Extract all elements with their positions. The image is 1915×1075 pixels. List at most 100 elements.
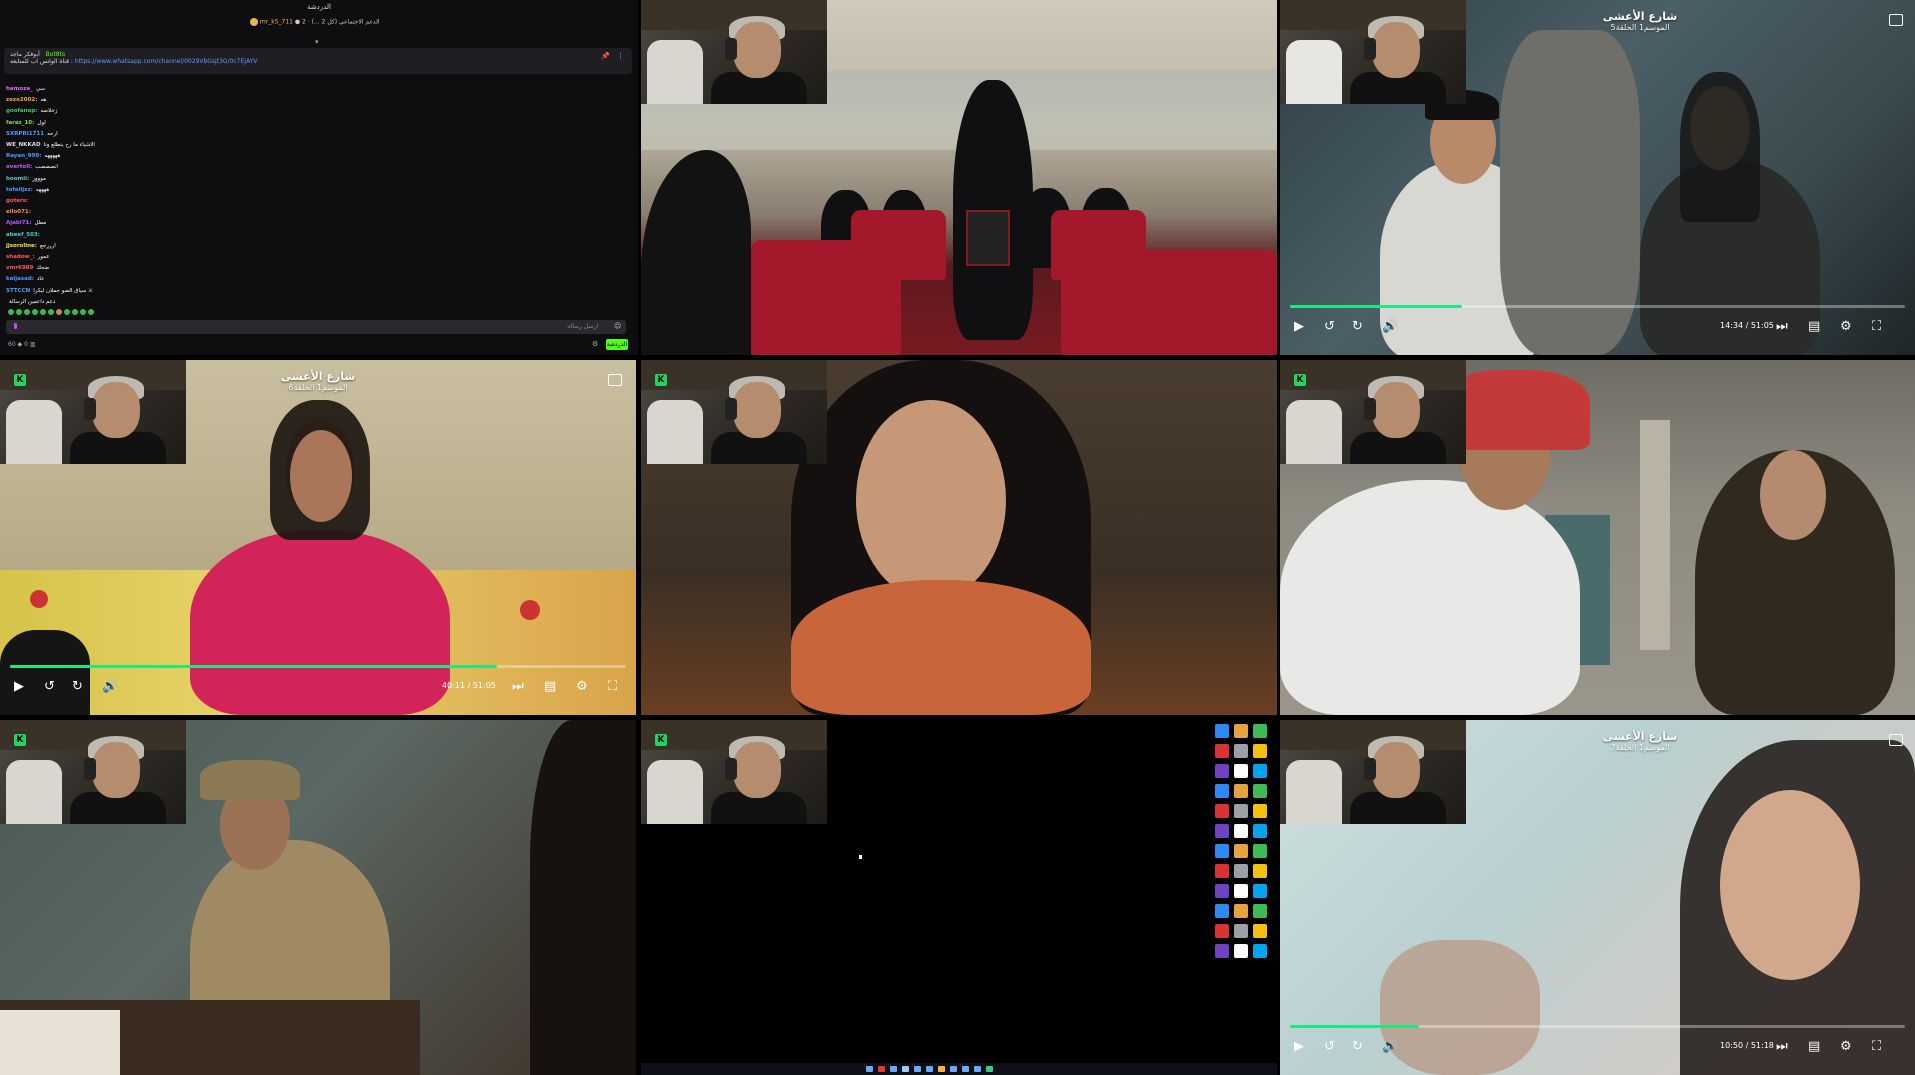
desktop-shortcut-icon[interactable] <box>1234 924 1248 938</box>
cast-icon[interactable] <box>1889 734 1903 746</box>
chat-username[interactable]: faraz_10: <box>6 120 34 126</box>
video-player-4[interactable]: K شارع الأعشى الموسم1 الحلقة6 ▶ ↺ ↻ 🔊 40… <box>0 360 636 715</box>
desktop-shortcut-icon[interactable] <box>1234 784 1248 798</box>
emote-bar[interactable] <box>8 309 94 315</box>
chat-username[interactable]: shadow_: <box>6 254 35 260</box>
rewind-10-icon[interactable]: ↺ <box>1324 319 1335 335</box>
fullscreen-icon[interactable]: ⛶ <box>608 679 617 695</box>
cast-icon[interactable] <box>1889 14 1903 26</box>
desktop-shortcut-icon[interactable] <box>1215 884 1229 898</box>
desktop-shortcut-icon[interactable] <box>1215 724 1229 738</box>
taskbar-icons[interactable] <box>866 1066 993 1072</box>
desktop-shortcut-icon[interactable] <box>1215 844 1229 858</box>
settings-small-icon[interactable]: ⚙ <box>592 340 598 348</box>
forward-10-icon[interactable]: ↻ <box>1352 1039 1363 1055</box>
chat-username[interactable]: STTCCN <box>6 288 30 294</box>
desktop-shortcut-icon[interactable] <box>1215 784 1229 798</box>
desktop-shortcut-icon[interactable] <box>1253 924 1267 938</box>
chat-username[interactable]: SXRPRI1711 <box>6 131 44 137</box>
desktop-shortcut-icon[interactable] <box>1253 744 1267 758</box>
forward-10-icon[interactable]: ↻ <box>72 679 83 695</box>
chevron-down-icon[interactable]: ▾ <box>315 38 319 46</box>
chat-username[interactable]: ello071: <box>6 209 31 215</box>
gear-icon[interactable]: ⚙ <box>1840 1039 1852 1055</box>
fullscreen-icon[interactable]: ⛶ <box>1872 319 1881 335</box>
chat-username[interactable]: goters: <box>6 198 28 204</box>
header-user[interactable]: mr_k5_711 <box>260 19 293 26</box>
desktop-shortcut-icon[interactable] <box>1234 764 1248 778</box>
desktop-shortcut-icon[interactable] <box>1215 864 1229 878</box>
desktop-shortcut-icon[interactable] <box>1253 764 1267 778</box>
next-episode-icon[interactable]: ⏭ <box>1776 319 1788 335</box>
desktop-shortcut-icon[interactable] <box>1215 764 1229 778</box>
desktop-shortcut-icon[interactable] <box>1234 744 1248 758</box>
mic-icon[interactable] <box>14 323 17 329</box>
chat-username[interactable]: jjsoroline: <box>6 243 37 249</box>
desktop-shortcut-icon[interactable] <box>1215 744 1229 758</box>
next-episode-icon[interactable]: ⏭ <box>1776 1039 1788 1055</box>
volume-icon[interactable]: 🔊 <box>1382 319 1398 335</box>
desktop-shortcut-icon[interactable] <box>1253 724 1267 738</box>
desktop-shortcut-icon[interactable] <box>1253 864 1267 878</box>
desktop-shortcut-icon[interactable] <box>1215 924 1229 938</box>
more-icon[interactable]: ⋮ <box>617 52 624 60</box>
desktop-shortcut-icon[interactable] <box>1234 884 1248 898</box>
chat-input[interactable]: ارسل رسالة <box>6 320 626 334</box>
subtitles-icon[interactable]: ▤ <box>544 679 556 695</box>
taskbar[interactable] <box>641 1063 1277 1075</box>
desktop-shortcut-icon[interactable] <box>1215 824 1229 838</box>
progress-bar[interactable] <box>1290 1025 1905 1028</box>
desktop-shortcut-icon[interactable] <box>1253 824 1267 838</box>
send-chat-button[interactable]: الدردشة <box>606 339 628 350</box>
progress-bar[interactable] <box>1290 305 1905 308</box>
rewind-10-icon[interactable]: ↺ <box>1324 1039 1335 1055</box>
desktop-shortcut-icon[interactable] <box>1234 944 1248 958</box>
desktop-shortcut-icon[interactable] <box>1215 904 1229 918</box>
pin-icon[interactable]: 📌 <box>601 52 610 60</box>
subtitles-icon[interactable]: ▤ <box>1808 1039 1820 1055</box>
desktop-shortcut-icon[interactable] <box>1234 844 1248 858</box>
chat-username[interactable]: overtoll: <box>6 164 32 170</box>
desktop-shortcut-icon[interactable] <box>1234 804 1248 818</box>
forward-10-icon[interactable]: ↻ <box>1352 319 1363 335</box>
chat-username[interactable]: kaljasad: <box>6 276 34 282</box>
next-episode-icon[interactable]: ⏭ <box>512 679 524 695</box>
chat-username[interactable]: abeef_503: <box>6 232 40 238</box>
video-tile-office[interactable]: K <box>0 720 636 1075</box>
chat-username[interactable]: tofailjsz: <box>6 187 33 193</box>
desktop-shortcut-icon[interactable] <box>1215 804 1229 818</box>
desktop-shortcut-icon[interactable] <box>1253 804 1267 818</box>
video-player-9[interactable]: شارع الأعشى الموسم1 الحلقة7 ▶ ↺ ↻ 🔊 10:5… <box>1280 720 1915 1075</box>
fullscreen-icon[interactable]: ⛶ <box>1872 1039 1881 1055</box>
chat-username[interactable]: goofanop: <box>6 108 37 114</box>
video-tile-courtyard[interactable]: K <box>1280 360 1915 715</box>
desktop-shortcut-icon[interactable] <box>1253 904 1267 918</box>
chat-username[interactable]: Rayan_999: <box>6 153 41 159</box>
chat-username[interactable]: vmr6989 <box>6 265 33 271</box>
play-icon[interactable]: ▶ <box>1294 319 1304 335</box>
pinned-link[interactable]: https://www.whatsapp.com/channel/0029VbG… <box>75 58 258 65</box>
chat-username[interactable]: WE_NKKAD <box>6 142 41 148</box>
chat-username[interactable]: Ajabi71: <box>6 220 32 226</box>
desktop-shortcut-icon[interactable] <box>1253 844 1267 858</box>
desktop-shortcut-icon[interactable] <box>1234 864 1248 878</box>
desktop-shortcut-icon[interactable] <box>1234 904 1248 918</box>
video-tile-closeup[interactable]: K <box>641 360 1277 715</box>
chat-username[interactable]: hamoza_ <box>6 86 33 92</box>
desktop-shortcut-icon[interactable] <box>1234 724 1248 738</box>
video-player-3[interactable]: شارع الأعشى الموسم1 الحلقة5 ▶ ↺ ↻ 🔊 14:3… <box>1280 0 1915 355</box>
subtitles-icon[interactable]: ▤ <box>1808 319 1820 335</box>
desktop-shortcut-icon[interactable] <box>1215 944 1229 958</box>
desktop-shortcut-icon[interactable] <box>1253 784 1267 798</box>
desktop-screen[interactable]: K <box>641 720 1277 1075</box>
gear-icon[interactable]: ⚙ <box>1840 319 1852 335</box>
video-tile-bus[interactable] <box>641 0 1277 355</box>
play-icon[interactable]: ▶ <box>1294 1039 1304 1055</box>
emoji-icon[interactable]: ☺ <box>614 322 621 330</box>
desktop-shortcut-icon[interactable] <box>1234 824 1248 838</box>
volume-icon[interactable]: 🔊 <box>102 679 118 695</box>
chat-username[interactable]: hoomii: <box>6 176 29 182</box>
gear-icon[interactable]: ⚙ <box>576 679 588 695</box>
play-icon[interactable]: ▶ <box>14 679 24 695</box>
chat-username[interactable]: zezo2002: <box>6 97 37 103</box>
